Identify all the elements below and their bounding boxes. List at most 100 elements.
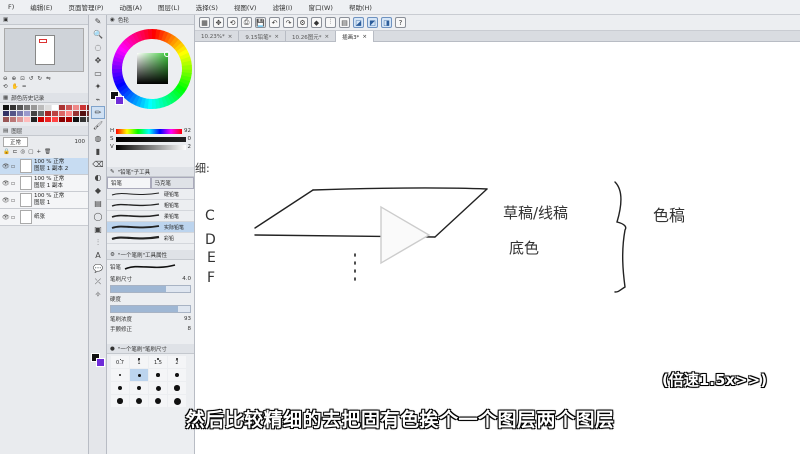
menu-item-8[interactable]: 窗口(W) (300, 2, 341, 12)
color-swatch[interactable] (24, 117, 30, 122)
color-swatch[interactable] (3, 117, 9, 122)
clip-icon[interactable]: ⊏ (13, 149, 18, 155)
layer-row[interactable]: 👁 ▫ 100 % 正常 图层 1 副本 (0, 175, 88, 192)
delete-layer-icon[interactable]: 🗑 (44, 149, 51, 155)
doc-tab-1[interactable]: 9.15铅笔* × (239, 31, 286, 42)
brush-size-cell[interactable]: 1.5 (149, 356, 167, 368)
brush-size-value[interactable]: 4.0 (182, 276, 191, 282)
zoom-out-icon[interactable]: ⊖ (3, 76, 8, 82)
tone-icon[interactable]: ▤ (339, 17, 350, 28)
color-swatch[interactable] (17, 111, 23, 116)
eye-icon[interactable]: 👁 (2, 180, 10, 187)
brush-size-cell[interactable]: 0.7 (111, 356, 129, 368)
menu-item-7[interactable]: 滤镜(I) (264, 2, 300, 12)
settings-icon[interactable]: ⚙ (297, 17, 308, 28)
color-swatch[interactable] (52, 111, 58, 116)
marker-icon[interactable]: ▮ (91, 145, 105, 158)
snap3-icon[interactable]: ◨ (381, 17, 392, 28)
eyedropper-icon[interactable]: ⌁ (91, 93, 105, 106)
color-swatch[interactable] (80, 117, 86, 122)
operation-icon[interactable]: ✧ (91, 288, 105, 301)
color-swatch[interactable] (31, 105, 37, 110)
color-swatch[interactable] (3, 111, 9, 116)
color-swatch[interactable] (59, 117, 65, 122)
redo-icon[interactable]: ↷ (283, 17, 294, 28)
save-icon[interactable]: 💾 (255, 17, 266, 28)
menu-item-4[interactable]: 图层(L) (150, 2, 188, 12)
zoom-in-icon[interactable]: ⊕ (12, 76, 17, 82)
brush-item[interactable]: 实际铅笔 (107, 222, 194, 233)
flip-icon[interactable]: ⇋ (46, 76, 51, 82)
lock-icon[interactable]: 🔒 (3, 149, 10, 155)
rotate-right-icon[interactable]: ↻ (37, 76, 42, 82)
color-swatch[interactable] (17, 105, 23, 110)
color-swatch[interactable] (10, 105, 16, 110)
color-swatch[interactable] (80, 105, 86, 110)
brush-item[interactable]: 柔铅笔 (107, 211, 194, 222)
color-swatch[interactable] (38, 117, 44, 122)
rotate-icon[interactable]: ⟲ (227, 17, 238, 28)
close-icon[interactable]: × (274, 34, 279, 40)
brush-size-cell[interactable] (149, 369, 167, 381)
select-icon[interactable]: ▭ (91, 67, 105, 80)
color-swatch[interactable] (73, 111, 79, 116)
color-swatch[interactable] (31, 117, 37, 122)
ruler-icon[interactable]: ⫶ (325, 17, 336, 28)
color-swatch[interactable] (80, 111, 86, 116)
mask-icon[interactable]: ▢ (28, 149, 33, 155)
color-swatch[interactable] (66, 105, 72, 110)
brush-size-slider[interactable] (110, 285, 191, 293)
eraser-icon[interactable]: ⌫ (91, 158, 105, 171)
doc-tab-0[interactable]: 10.23%* × (195, 31, 240, 42)
gradient-icon[interactable]: ▤ (91, 197, 105, 210)
text-icon[interactable]: A (91, 249, 105, 262)
brush-size-cell[interactable] (130, 369, 148, 381)
correction-icon[interactable]: ⤫ (91, 275, 105, 288)
figure-icon[interactable]: ◯ (91, 210, 105, 223)
lock-toggle-icon[interactable]: ▫ (11, 197, 18, 204)
color-swatch[interactable] (45, 105, 51, 110)
eye-icon[interactable]: 👁 (2, 197, 10, 204)
close-icon[interactable]: × (228, 34, 233, 40)
brush-size-cell[interactable] (111, 369, 129, 381)
background-color-swatch[interactable] (115, 96, 124, 105)
subtool-tab-pencil[interactable]: 铅笔 (107, 177, 151, 189)
brush-size-cell[interactable] (149, 382, 167, 394)
color-swatch[interactable] (24, 105, 30, 110)
lock-toggle-icon[interactable]: ▫ (11, 163, 18, 170)
color-swatch[interactable] (10, 117, 16, 122)
close-icon[interactable]: × (362, 34, 367, 40)
color-history-swatches[interactable] (3, 105, 93, 122)
brush-item[interactable]: 硬铅笔 (107, 189, 194, 200)
hardness-slider[interactable] (110, 305, 191, 313)
density-value[interactable]: 93 (184, 316, 191, 322)
grid-icon[interactable]: ▦ (199, 17, 210, 28)
color-swatch[interactable] (66, 111, 72, 116)
menu-item-2[interactable]: 页面管理(P) (60, 2, 111, 12)
balloon-icon[interactable]: 💬 (91, 262, 105, 275)
blend-mode-select[interactable]: 正常 (3, 137, 29, 147)
help-icon[interactable]: ? (395, 17, 406, 28)
menu-item-3[interactable]: 动画(A) (111, 2, 150, 12)
color-swatch[interactable] (52, 105, 58, 110)
snap2-icon[interactable]: ◩ (367, 17, 378, 28)
new-layer-icon[interactable]: + (36, 149, 41, 155)
brush-icon[interactable]: 🖌 (91, 119, 105, 132)
hand-icon[interactable]: ✋ (12, 84, 19, 90)
slider-icon[interactable]: ━ (22, 84, 25, 90)
layer-row[interactable]: 👁 ▫ 100 % 正常 图层 1 副本 2 (0, 158, 88, 175)
eye-icon[interactable]: 👁 (2, 163, 10, 170)
brush-size-cell[interactable] (168, 369, 186, 381)
drawing-canvas[interactable]: C D E F 细: 草稿/线稿 底色 色稿 (195, 42, 800, 454)
color-swatch[interactable] (38, 105, 44, 110)
move-icon[interactable]: ✥ (213, 17, 224, 28)
color-swatch[interactable] (52, 117, 58, 122)
color-swatch[interactable] (31, 111, 37, 116)
color-swatch[interactable] (10, 111, 16, 116)
layer-row[interactable]: 👁 ▫ 纸张 (0, 209, 88, 226)
brush-size-cell[interactable] (111, 382, 129, 394)
undo-icon[interactable]: ↶ (269, 17, 280, 28)
wand-icon[interactable]: ✦ (91, 80, 105, 93)
doc-tab-3[interactable]: 插画3* × (336, 31, 374, 42)
zoom-icon[interactable]: 🔍 (91, 28, 105, 41)
